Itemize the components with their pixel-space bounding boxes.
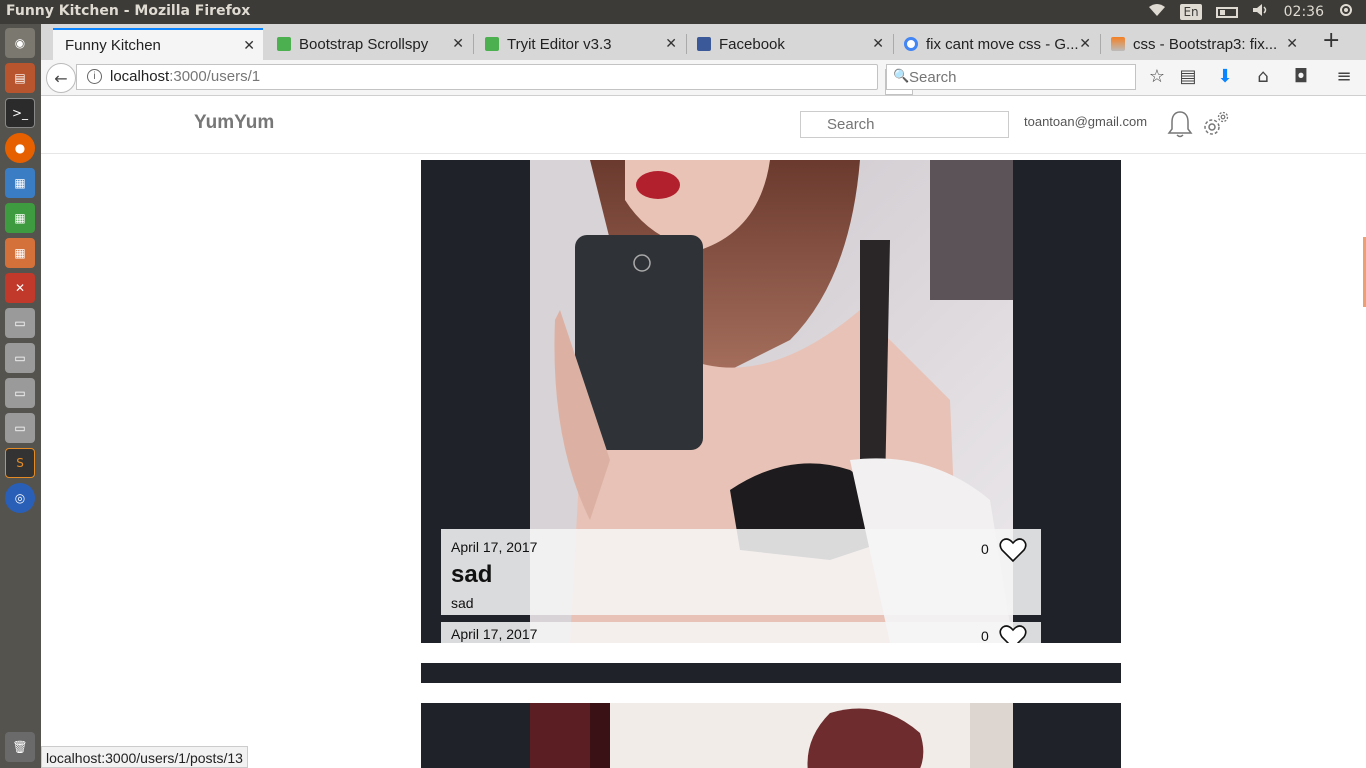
close-tab-icon[interactable]: ✕	[872, 35, 884, 52]
search-icon: 🔍	[893, 68, 910, 83]
clock[interactable]: 02:36	[1284, 4, 1324, 20]
drive-icon[interactable]: ▭	[5, 343, 35, 373]
heart-like-icon[interactable]	[999, 624, 1027, 643]
google-icon	[904, 37, 918, 51]
drive-icon[interactable]: ▭	[5, 413, 35, 443]
app-launcher: ◉ ▤ >_ ● ▦ ▦ ▦ ✕ ▭ ▭ ▭ ▭ S ◎ 🗑	[0, 24, 41, 768]
impress-icon[interactable]: ▦	[5, 238, 35, 268]
heart-like-icon[interactable]	[999, 537, 1027, 563]
battery-icon[interactable]	[1215, 6, 1238, 18]
settings-gear-icon[interactable]	[1201, 109, 1231, 139]
post-body: sad	[451, 595, 474, 611]
tab-label: Facebook	[719, 35, 785, 53]
post-info-overlay[interactable]: April 17, 2017 0	[441, 622, 1041, 643]
post-photo[interactable]	[530, 703, 1013, 768]
post-date: April 17, 2017	[451, 626, 538, 642]
wifi-icon[interactable]	[1148, 3, 1166, 21]
files-icon[interactable]: ▤	[5, 63, 35, 93]
back-button[interactable]: ←	[46, 63, 76, 93]
home-icon[interactable]: ⌂	[1251, 66, 1275, 90]
close-tab-icon[interactable]: ✕	[1079, 35, 1091, 52]
post-card[interactable]	[421, 703, 1121, 768]
close-tab-icon[interactable]: ✕	[1286, 35, 1298, 52]
dash-home-icon[interactable]: ◉	[5, 28, 35, 58]
url-text[interactable]: localhost:3000/users/1	[110, 68, 260, 85]
site-search-input[interactable]	[800, 111, 1009, 138]
drive-icon[interactable]: ▭	[5, 308, 35, 338]
tab-label: css - Bootstrap3: fix...	[1133, 35, 1278, 53]
navigation-toolbar: ← i localhost:3000/users/1 ↻ 🔍 ☆ ▤ ⬇ ⌂ ◘…	[41, 60, 1366, 96]
post-info-overlay[interactable]: April 17, 2017 0 sad sad	[441, 529, 1041, 615]
pocket-icon[interactable]: ◘	[1289, 66, 1313, 90]
tab-label: Funny Kitchen	[65, 36, 161, 54]
chrome-icon[interactable]: ◎	[5, 483, 35, 513]
browser-search-box[interactable]: 🔍	[886, 64, 1136, 90]
tab-google-search[interactable]: fix cant move css - G... ✕	[894, 28, 1099, 60]
post-title[interactable]: sad	[451, 561, 492, 589]
writer-icon[interactable]: ▦	[5, 168, 35, 198]
url-bar[interactable]: i localhost:3000/users/1 ↻	[76, 64, 913, 95]
status-bar-url: localhost:3000/users/1/posts/13	[41, 746, 248, 768]
tab-bootstrap-scrollspy[interactable]: Bootstrap Scrollspy ✕	[267, 28, 472, 60]
post-card[interactable]: April 17, 2017 0 sad sad April 17, 2017 …	[421, 160, 1121, 643]
w3-icon	[277, 37, 291, 51]
menu-icon[interactable]: ≡	[1332, 66, 1356, 90]
site-header: YumYum toantoan@gmail.com	[41, 97, 1366, 154]
trash-icon[interactable]: 🗑	[5, 732, 35, 762]
post-date: April 17, 2017	[451, 539, 538, 555]
tab-strip: Funny Kitchen ✕ Bootstrap Scrollspy ✕ Tr…	[41, 24, 1366, 60]
like-count: 0	[981, 628, 989, 643]
browser-search-input[interactable]	[909, 67, 1129, 87]
sublime-text-icon[interactable]: S	[5, 448, 35, 478]
reading-list-icon[interactable]: ▤	[1176, 66, 1200, 90]
tab-stackoverflow[interactable]: css - Bootstrap3: fix... ✕	[1101, 28, 1306, 60]
tab-label: Bootstrap Scrollspy	[299, 35, 429, 53]
terminal-icon[interactable]: >_	[5, 98, 35, 128]
close-tab-icon[interactable]: ✕	[243, 37, 255, 54]
volume-icon[interactable]	[1252, 3, 1270, 21]
tab-tryit-editor[interactable]: Tryit Editor v3.3 ✕	[475, 28, 685, 60]
system-tray: En 02:36	[1148, 0, 1366, 24]
post-card-divider	[421, 663, 1121, 683]
tab-label: fix cant move css - G...	[926, 35, 1079, 53]
facebook-icon	[697, 37, 711, 51]
close-tab-icon[interactable]: ✕	[452, 35, 464, 52]
drive-icon[interactable]: ▭	[5, 378, 35, 408]
settings-tools-icon[interactable]: ✕	[5, 273, 35, 303]
url-path: :3000/users/1	[169, 68, 261, 85]
window-title: Funny Kitchen - Mozilla Firefox	[6, 3, 251, 19]
stackoverflow-icon	[1111, 37, 1125, 51]
power-gear-icon[interactable]	[1338, 2, 1354, 22]
tab-facebook[interactable]: Facebook ✕	[687, 28, 892, 60]
tab-funny-kitchen[interactable]: Funny Kitchen ✕	[53, 28, 263, 60]
tab-separator	[473, 34, 474, 54]
site-info-icon[interactable]: i	[87, 69, 102, 84]
url-host: localhost	[110, 68, 170, 85]
w3-icon	[485, 37, 499, 51]
notification-bell-icon[interactable]	[1167, 109, 1193, 139]
os-top-bar: Funny Kitchen - Mozilla Firefox En 02:36	[0, 0, 1366, 24]
user-email-link[interactable]: toantoan@gmail.com	[1024, 114, 1147, 129]
downloads-icon[interactable]: ⬇	[1213, 66, 1237, 90]
bookmark-star-icon[interactable]: ☆	[1145, 66, 1169, 90]
keyboard-layout-indicator[interactable]: En	[1180, 4, 1202, 20]
calc-icon[interactable]: ▦	[5, 203, 35, 233]
site-brand-link[interactable]: YumYum	[194, 112, 274, 134]
tab-label: Tryit Editor v3.3	[507, 35, 612, 53]
new-tab-button[interactable]: +	[1322, 28, 1340, 53]
firefox-icon[interactable]: ●	[5, 133, 35, 163]
close-tab-icon[interactable]: ✕	[665, 35, 677, 52]
web-page: YumYum toantoan@gmail.com	[41, 97, 1366, 768]
like-count: 0	[981, 541, 989, 557]
